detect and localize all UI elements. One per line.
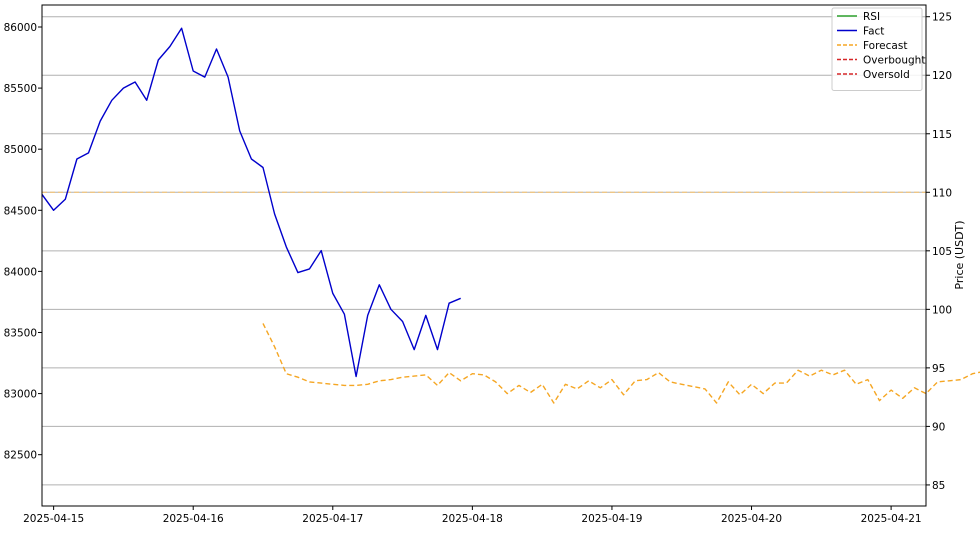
chart: 82500 83000 83500 84000 84500 85000 85500 86000… [0,0,980,541]
legend-label: Overbought [863,54,925,66]
left-axis-tick-label: 86000 [4,22,37,34]
x-axis-tick-label: 2025-04-21 [861,513,922,525]
legend: RSI Fact Forecast Overbought Oversold [831,7,925,91]
left-axis: 82500 83000 83500 84000 84500 85000 85500 86000 [4,22,42,462]
right-axis-tick-label: 90 [932,421,945,433]
right-axis-tick-label: 105 [932,246,952,258]
left-axis-tick-label: 85000 [4,144,37,156]
left-axis-tick-label: 84500 [4,205,37,217]
legend-label: Oversold [863,69,910,81]
right-axis-tick-label: 125 [932,12,952,24]
legend-label: Forecast [863,40,907,52]
right-axis-tick-label: 100 [932,304,952,316]
legend-label: RSI [863,11,880,23]
right-axis-tick-label: 115 [932,129,952,141]
right-axis-tick-label: 110 [932,187,952,199]
x-axis-tick-label: 2025-04-18 [442,513,503,525]
right-axis-tick-label: 95 [932,363,945,375]
right-axis: 85 90 95 100 105 110 115 120 125 [926,12,952,492]
left-axis-tick-label: 82500 [4,450,37,462]
right-axis-tick-label: 120 [932,70,952,82]
right-axis-tick-label: 85 [932,480,945,492]
left-axis-tick-label: 84000 [4,266,37,278]
left-axis-tick-label: 85500 [4,83,37,95]
right-axis-label: Price (USDT) [953,220,966,289]
x-axis-tick-label: 2025-04-20 [721,513,782,525]
x-axis: 2025-04-15 2025-04-16 2025-04-17 2025-04-18… [23,506,922,525]
x-axis-tick-label: 2025-04-17 [302,513,363,525]
x-axis-tick-label: 2025-04-15 [23,513,84,525]
x-axis-tick-label: 2025-04-16 [163,513,224,525]
left-axis-tick-label: 83000 [4,389,37,401]
legend-label: Fact [863,25,884,37]
left-axis-tick-label: 83500 [4,327,37,339]
plot-area [42,5,926,506]
chart-svg: 82500 83000 83500 84000 84500 85000 85500 86000… [4,4,980,525]
x-axis-tick-label: 2025-04-19 [581,513,642,525]
